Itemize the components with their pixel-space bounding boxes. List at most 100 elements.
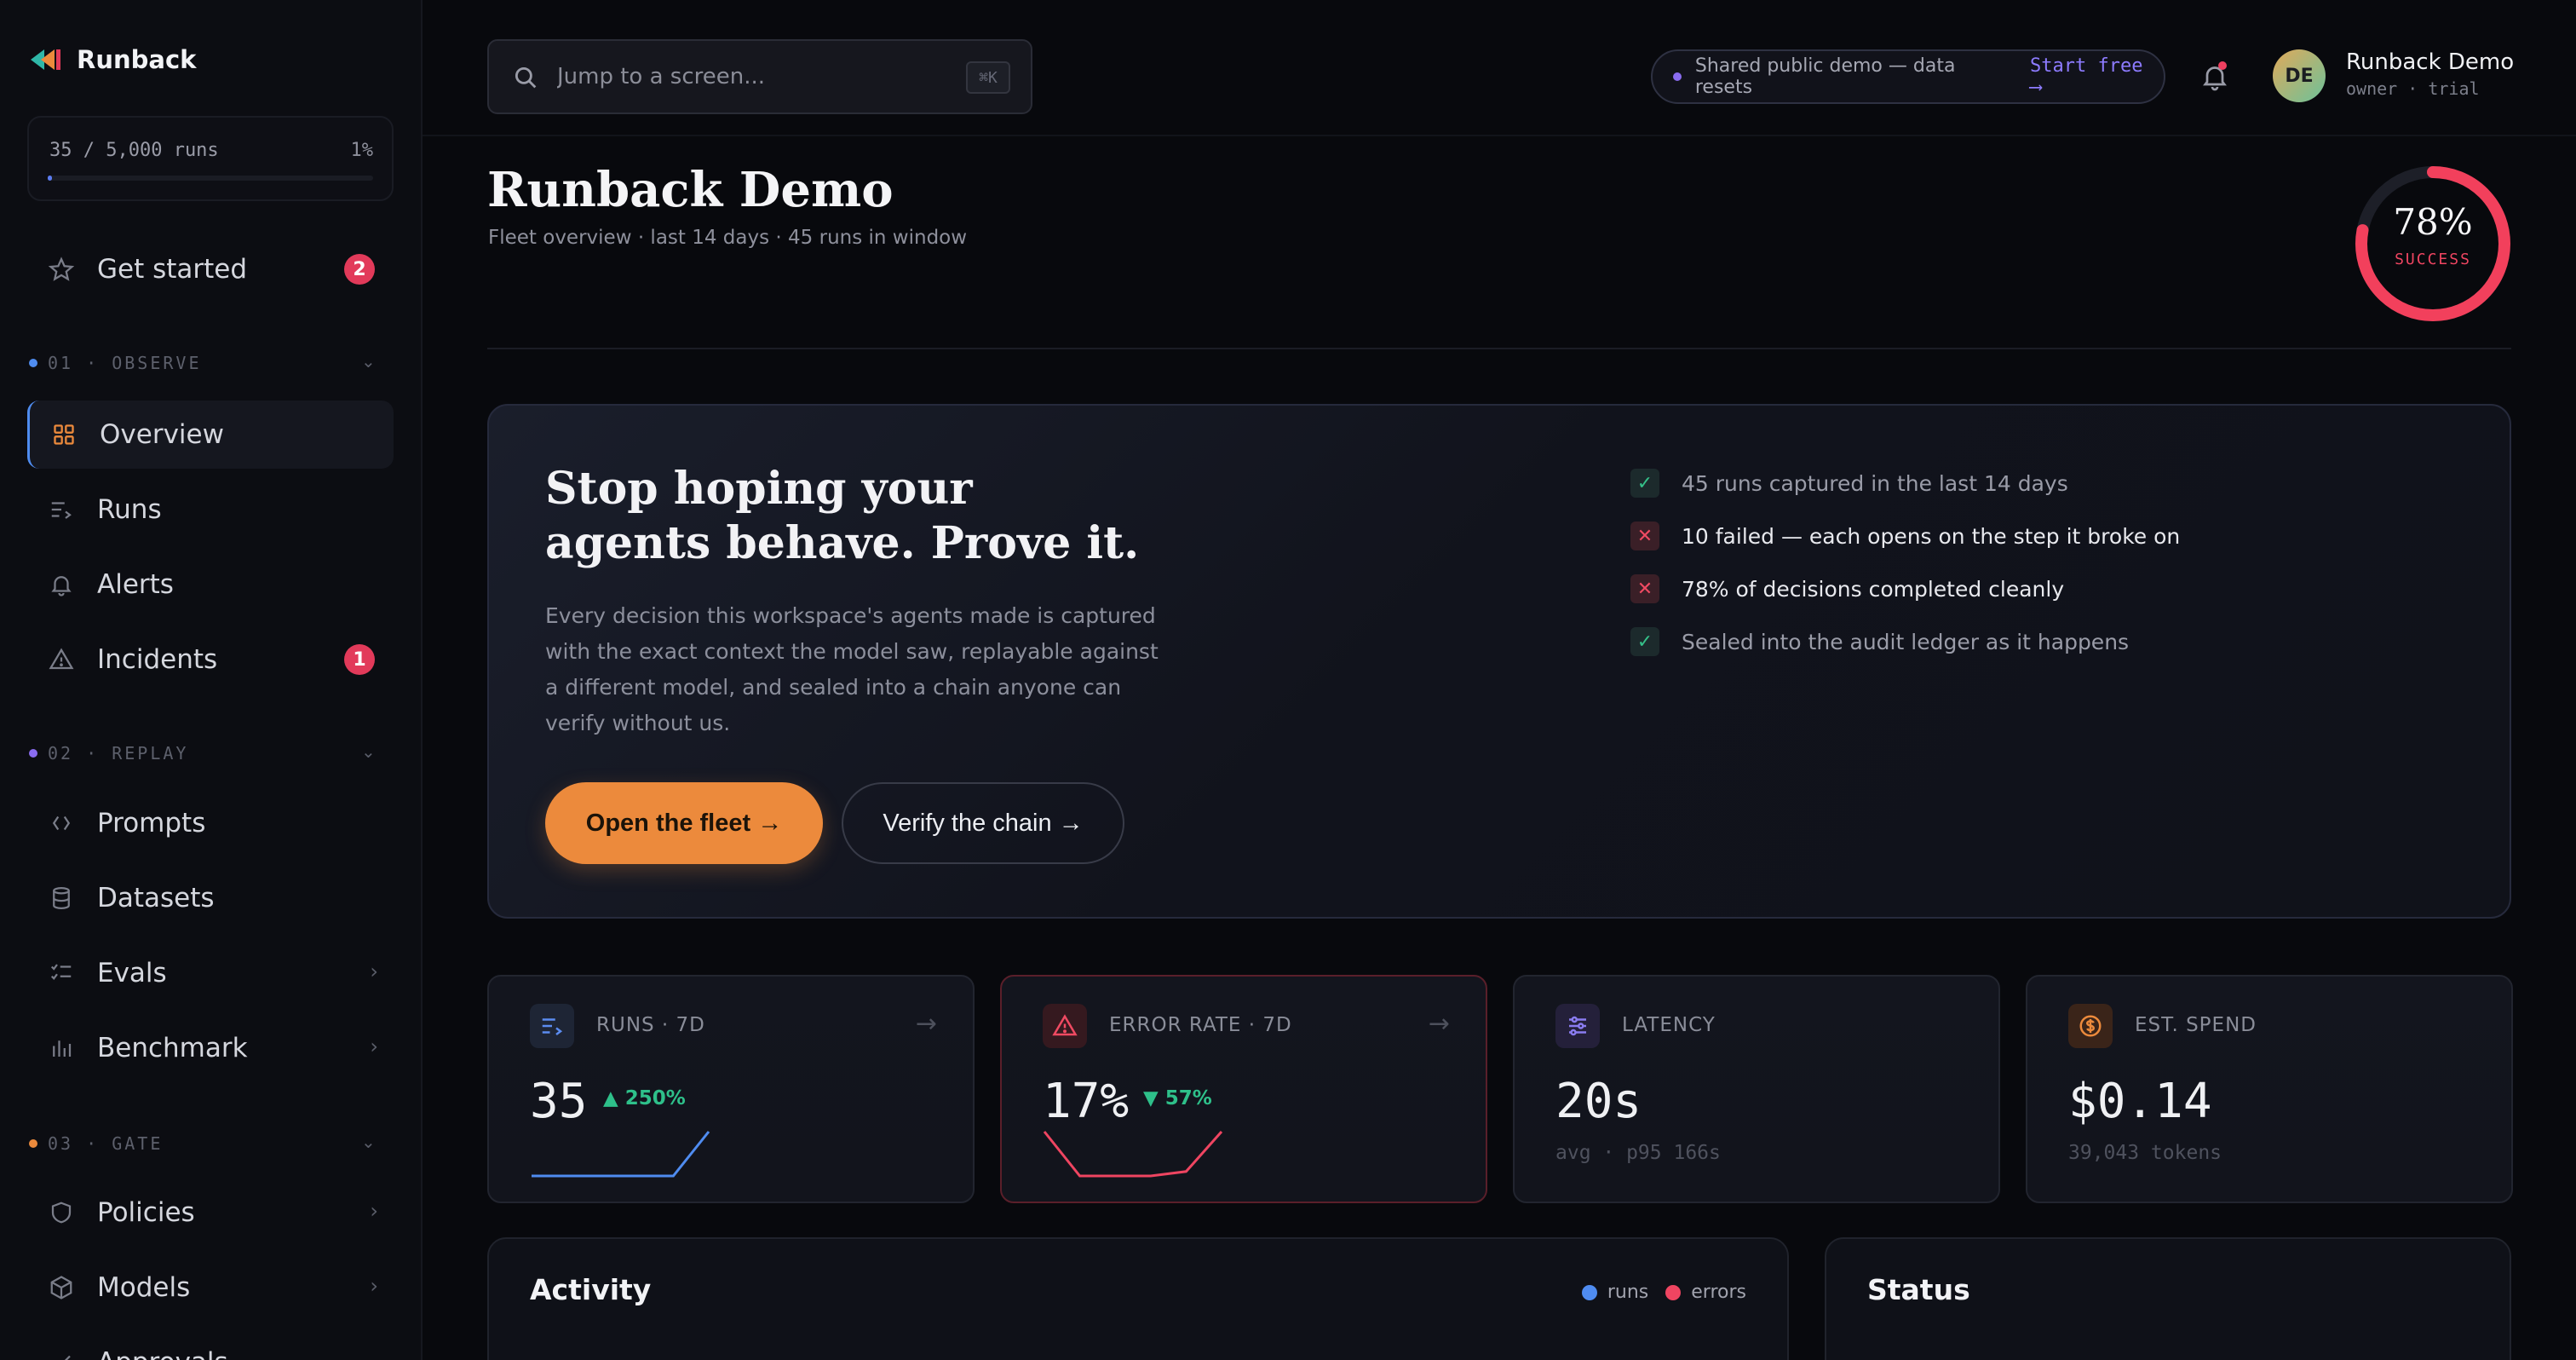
warning-triangle-icon bbox=[1043, 1004, 1087, 1048]
dollar-coin-icon bbox=[2068, 1004, 2113, 1048]
legend-label: runs bbox=[1607, 1282, 1649, 1303]
header-divider bbox=[487, 348, 2511, 349]
stat-subtext: 39,043 tokens bbox=[2068, 1142, 2222, 1164]
verify-chain-button[interactable]: Verify the chain → bbox=[842, 782, 1124, 864]
user-name[interactable]: Runback Demo bbox=[2346, 49, 2514, 75]
chevron-down-icon[interactable]: ⌄ bbox=[361, 741, 376, 762]
search-input[interactable] bbox=[557, 60, 932, 94]
brand[interactable]: Runback bbox=[29, 44, 196, 75]
checklist-item: ✕ 78% of decisions completed cleanly bbox=[1630, 562, 2180, 615]
runs-sparkline bbox=[532, 1131, 710, 1178]
topbar-divider bbox=[423, 135, 2576, 136]
checklist-text: 10 failed — each opens on the step it br… bbox=[1682, 523, 2181, 549]
star-icon bbox=[48, 256, 75, 283]
stat-subtext: avg · p95 166s bbox=[1555, 1142, 1721, 1164]
stat-delta: ▲ 250% bbox=[603, 1087, 686, 1109]
legend-item-runs: runs bbox=[1581, 1282, 1649, 1303]
check-icon: ✓ bbox=[1630, 627, 1659, 656]
stat-card-runs[interactable]: RUNS · 7D → 35 ▲ 250% bbox=[487, 975, 975, 1203]
code-brackets-icon bbox=[48, 810, 75, 837]
chevron-right-icon: › bbox=[370, 1274, 378, 1298]
database-icon bbox=[48, 885, 75, 912]
arrow-right-icon[interactable]: → bbox=[916, 1009, 937, 1039]
page-title: Runback Demo bbox=[487, 162, 894, 218]
section-label-replay: 02 · REPLAY bbox=[48, 743, 189, 764]
checklist-item: ✓ 45 runs captured in the last 14 days bbox=[1630, 457, 2180, 510]
checklist-item: ✕ 10 failed — each opens on the step it … bbox=[1630, 510, 2180, 562]
search-box[interactable]: ⌘K bbox=[487, 39, 1032, 114]
sidebar-item-datasets[interactable]: Datasets bbox=[27, 864, 394, 932]
sidebar-item-label: Policies bbox=[97, 1197, 195, 1228]
legend-label: errors bbox=[1691, 1282, 1746, 1303]
section-dot bbox=[29, 1139, 37, 1148]
sidebar-item-label: Runs bbox=[97, 494, 162, 525]
stat-card-error-rate[interactable]: ERROR RATE · 7D → 17% ▼ 57% bbox=[1000, 975, 1487, 1203]
arrow-right-icon[interactable]: → bbox=[1429, 1009, 1450, 1039]
stat-value: 17% bbox=[1043, 1074, 1130, 1129]
search-icon bbox=[515, 66, 537, 89]
sidebar-item-get-started[interactable]: Get started 2 bbox=[27, 235, 394, 303]
chevron-right-icon: › bbox=[370, 1034, 378, 1058]
stat-card-spend: EST. SPEND $0.14 39,043 tokens bbox=[2026, 975, 2513, 1203]
sparkline-series bbox=[1043, 1131, 1223, 1178]
sidebar-item-label: Overview bbox=[100, 419, 224, 450]
shield-icon bbox=[48, 1199, 75, 1226]
open-fleet-button[interactable]: Open the fleet → bbox=[545, 782, 823, 864]
sidebar-item-label: Evals bbox=[97, 958, 167, 988]
bell-icon bbox=[48, 571, 75, 598]
success-label: SUCCESS bbox=[2395, 251, 2471, 268]
sidebar-item-alerts[interactable]: Alerts bbox=[27, 550, 394, 619]
stat-value: 20s bbox=[1555, 1074, 1642, 1129]
hero-title-line-2: agents behave. Prove it. bbox=[545, 517, 1140, 569]
status-title: Status bbox=[1867, 1273, 1970, 1306]
sidebar-item-policies[interactable]: Policies › bbox=[27, 1178, 394, 1247]
start-free-link[interactable]: Start free ⟶ bbox=[2030, 55, 2164, 98]
avatar[interactable]: DE bbox=[2273, 49, 2326, 102]
notification-dot bbox=[2218, 61, 2227, 70]
hero-title: Stop hoping your agents behave. Prove it… bbox=[545, 462, 1312, 571]
warning-triangle-icon bbox=[48, 646, 75, 673]
x-icon: ✕ bbox=[1630, 522, 1659, 550]
check-icon: ✓ bbox=[1630, 469, 1659, 498]
activity-panel: Activity runs errors bbox=[487, 1237, 1789, 1360]
sidebar-item-approvals[interactable]: Approvals bbox=[27, 1328, 394, 1360]
usage-percent: 1% bbox=[350, 140, 374, 161]
hero-body: Every decision this workspace's agents m… bbox=[545, 603, 1159, 735]
chevron-right-icon: › bbox=[370, 1199, 378, 1223]
stat-value: 35 bbox=[530, 1074, 588, 1129]
checklist-text: 78% of decisions completed cleanly bbox=[1682, 576, 2065, 602]
sliders-icon bbox=[1555, 1004, 1600, 1048]
sidebar-item-models[interactable]: Models › bbox=[27, 1253, 394, 1322]
chevron-down-icon[interactable]: ⌄ bbox=[361, 1132, 376, 1152]
activity-legend: runs errors bbox=[1565, 1282, 1746, 1303]
sidebar-item-label: Get started bbox=[97, 254, 248, 285]
sidebar-item-prompts[interactable]: Prompts bbox=[27, 789, 394, 857]
page-subtitle: Fleet overview · last 14 days · 45 runs … bbox=[488, 227, 968, 249]
stat-label: RUNS · 7D bbox=[596, 1014, 705, 1036]
section-label-gate: 03 · GATE bbox=[48, 1133, 164, 1154]
legend-dot bbox=[1665, 1284, 1682, 1300]
error-rate-sparkline bbox=[1043, 1131, 1223, 1178]
sidebar-item-benchmark[interactable]: Benchmark › bbox=[27, 1014, 394, 1082]
runback-logo-icon bbox=[31, 49, 60, 70]
check-icon bbox=[48, 1349, 75, 1360]
hero-checklist: ✓ 45 runs captured in the last 14 days ✕… bbox=[1630, 457, 2180, 668]
list-arrow-icon bbox=[530, 1004, 574, 1048]
chevron-down-icon[interactable]: ⌄ bbox=[361, 351, 376, 372]
grid-icon bbox=[50, 421, 78, 448]
checklist-text: Sealed into the audit ledger as it happe… bbox=[1682, 629, 2130, 654]
incidents-badge: 1 bbox=[344, 644, 375, 675]
sidebar-item-runs[interactable]: Runs bbox=[27, 475, 394, 544]
list-arrow-icon bbox=[48, 496, 75, 523]
sidebar-item-overview[interactable]: Overview bbox=[27, 401, 394, 469]
section-label-observe: 01 · OBSERVE bbox=[48, 353, 202, 373]
checklist-item: ✓ Sealed into the audit ledger as it hap… bbox=[1630, 615, 2180, 668]
hero-title-line-1: Stop hoping your bbox=[545, 463, 973, 515]
sidebar-item-evals[interactable]: Evals › bbox=[27, 939, 394, 1007]
stat-value: $0.14 bbox=[2068, 1074, 2212, 1129]
demo-notice-text: Shared public demo — data resets bbox=[1694, 55, 1956, 98]
activity-title: Activity bbox=[530, 1273, 652, 1306]
sidebar-item-incidents[interactable]: Incidents 1 bbox=[27, 625, 394, 694]
sidebar-item-label: Prompts bbox=[97, 808, 206, 838]
stat-label: ERROR RATE · 7D bbox=[1109, 1014, 1292, 1036]
